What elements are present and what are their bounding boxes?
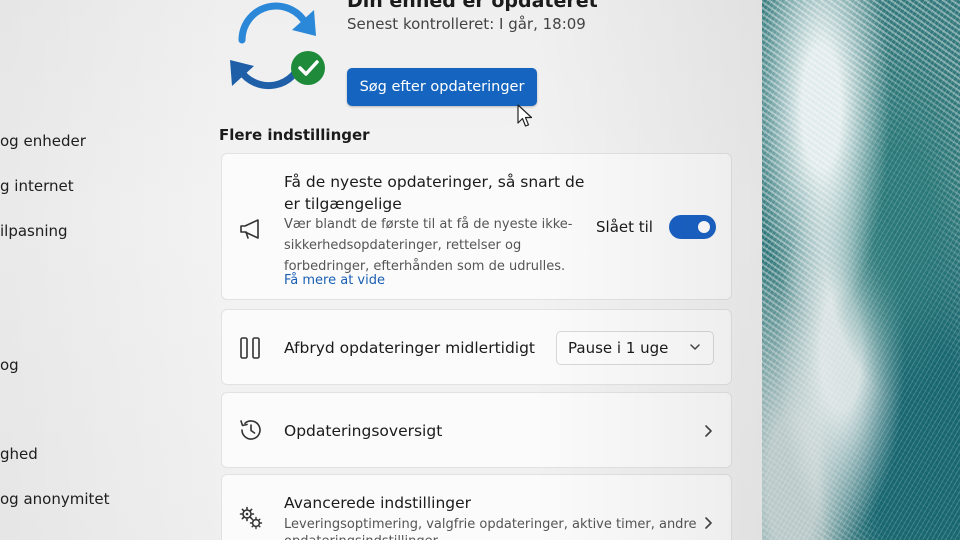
- nav-item-network-internet[interactable]: g internet: [0, 177, 74, 195]
- toggle-knob: [698, 221, 710, 233]
- desktop-wallpaper: [762, 0, 960, 540]
- chevron-right-icon: [705, 517, 712, 529]
- advanced-options-card[interactable]: Avancerede indstillinger Leveringsoptime…: [221, 474, 732, 540]
- update-status-title: Din enhed er opdateret: [347, 0, 598, 12]
- latest-updates-title-line1: Få de nyeste opdateringer, så snart de: [284, 173, 585, 191]
- nav-item-label: g internet: [0, 177, 74, 195]
- settings-window: og enheder g internet ilpasning og ghed …: [0, 0, 762, 540]
- history-icon: [240, 420, 261, 440]
- latest-updates-card: Få de nyeste opdateringer, så snart de e…: [221, 153, 732, 300]
- chevron-right-icon: [705, 425, 712, 437]
- dropdown-value: Pause i 1 uge: [568, 339, 669, 357]
- check-for-updates-button[interactable]: Søg efter opdateringer: [347, 68, 537, 106]
- advanced-options-title: Avancerede indstillinger: [284, 494, 472, 512]
- nav-item-bluetooth-devices[interactable]: og enheder: [0, 132, 86, 150]
- nav-item-accessibility[interactable]: ghed: [0, 445, 38, 463]
- last-checked-text: Senest kontrolleret: I går, 18:09: [347, 15, 586, 33]
- nav-item-label: og anonymitet: [0, 490, 110, 508]
- pause-icon: [240, 337, 260, 359]
- update-history-title: Opdateringsoversigt: [284, 422, 443, 440]
- nav-item-personalization[interactable]: ilpasning: [0, 222, 68, 240]
- nav-item-label: og: [0, 356, 19, 374]
- toggle-state-label: Slået til: [596, 218, 653, 236]
- latest-updates-title-line2: er tilgængelige: [284, 195, 402, 213]
- nav-item-label: og enheder: [0, 132, 86, 150]
- latest-updates-toggle[interactable]: [669, 215, 716, 239]
- mouse-cursor-icon: [517, 104, 533, 127]
- chevron-down-icon: [690, 344, 700, 350]
- latest-updates-desc-line2: sikkerhedsopdateringer, rettelser og: [284, 238, 522, 253]
- nav-item-label: ilpasning: [0, 222, 68, 240]
- update-history-card[interactable]: Opdateringsoversigt: [221, 392, 732, 468]
- pause-updates-title: Afbryd opdateringer midlertidigt: [284, 339, 536, 357]
- section-heading-more-settings: Flere indstillinger: [219, 126, 370, 144]
- gears-icon: [239, 506, 263, 530]
- megaphone-icon: [240, 219, 259, 239]
- nav-item-label: ghed: [0, 445, 38, 463]
- pause-duration-dropdown[interactable]: Pause i 1 uge: [556, 331, 714, 365]
- learn-more-link[interactable]: Få mere at vide: [284, 273, 385, 288]
- sync-check-icon: [230, 2, 325, 90]
- nav-item-privacy-security[interactable]: og anonymitet: [0, 490, 110, 508]
- nav-item-time-language[interactable]: og: [0, 356, 19, 374]
- pause-updates-card: Afbryd opdateringer midlertidigt Pause i…: [221, 309, 732, 385]
- latest-updates-desc-line1: Vær blandt de første til at få de nyeste…: [284, 217, 573, 232]
- advanced-options-desc-line2: opdateringsindstillinger: [284, 531, 438, 540]
